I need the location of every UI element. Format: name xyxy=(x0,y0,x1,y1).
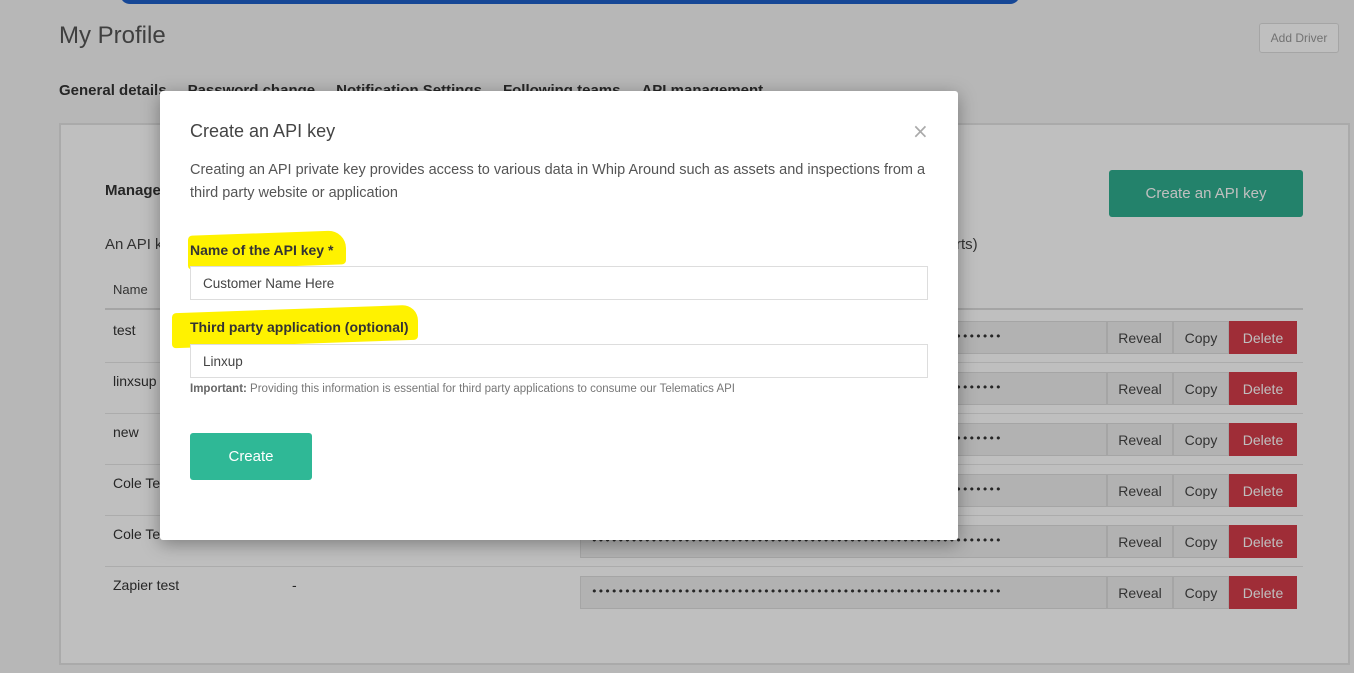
modal-description: Creating an API private key provides acc… xyxy=(190,162,926,201)
api-key-name-input[interactable] xyxy=(190,266,928,300)
create-api-key-modal: Create an API key × Creating an API priv… xyxy=(160,91,958,540)
third-party-app-label: Third party application (optional) xyxy=(190,319,409,335)
close-icon[interactable]: × xyxy=(912,121,929,141)
api-key-name-label: Name of the API key * xyxy=(190,242,334,258)
help-body: Providing this information is essential … xyxy=(246,383,735,395)
help-text: Important: Providing this information is… xyxy=(190,383,735,395)
third-party-app-input[interactable] xyxy=(190,344,928,378)
create-button[interactable]: Create xyxy=(190,433,312,480)
help-strong: Important: xyxy=(190,383,247,395)
modal-title: Create an API key xyxy=(190,121,336,141)
